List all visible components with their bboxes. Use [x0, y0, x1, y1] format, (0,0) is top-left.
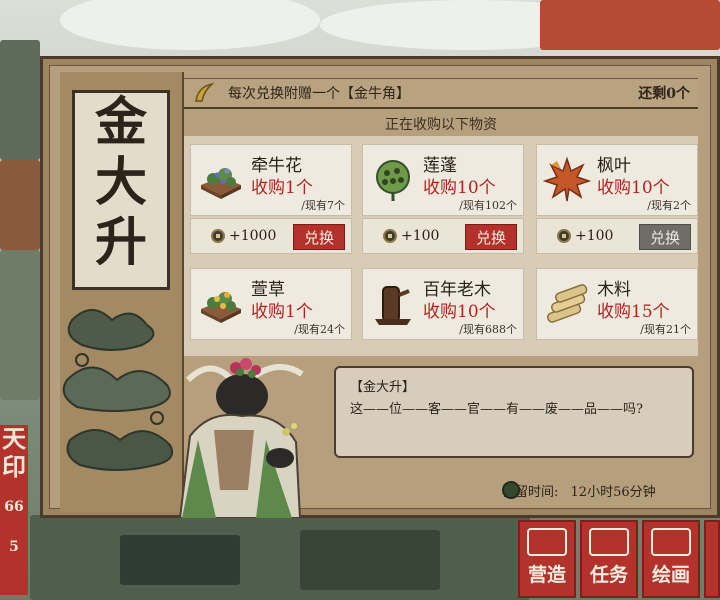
item-buy-quantity: 收购10个	[423, 178, 496, 198]
left-red-banner[interactable]: 天 印 66 5	[0, 425, 28, 595]
banner-char: 印	[2, 452, 26, 481]
task-button[interactable]: 任务	[580, 520, 638, 598]
item-card: 百年老木 收购10个 /现有688个	[362, 268, 524, 380]
merchant-name-char: 大	[94, 152, 147, 213]
item-card: 牵牛花 收购1个 /现有7个 +1000 兑换	[190, 144, 352, 256]
daylily-icon	[201, 292, 241, 323]
item-exchange-row: +1000 兑换	[190, 218, 352, 254]
item-stock: /现有2个	[647, 199, 691, 212]
painting-label: 绘画	[651, 564, 690, 586]
item-buy-quantity: 收购10个	[423, 302, 496, 322]
stay-value: 12小时56分钟	[570, 485, 656, 500]
build-icon	[527, 528, 567, 556]
item-card: 枫叶 收购10个 /现有2个 +100 兑换	[536, 144, 698, 256]
item-stock: /现有102个	[459, 199, 517, 212]
dialog-text: 这——位——客——官——有——废——品——吗?	[350, 402, 643, 417]
merchant-name-char: 金	[94, 92, 147, 153]
golden-horn-icon	[195, 82, 215, 102]
task-label: 任务	[589, 564, 628, 586]
item-info: 百年老木 收购10个 /现有688个	[362, 268, 524, 340]
item-buy-quantity: 收购10个	[597, 178, 670, 198]
item-exchange-row: +100 兑换	[536, 218, 698, 254]
item-reward: +100	[575, 228, 614, 244]
banner-char: 天	[2, 424, 26, 453]
item-stock: /现有7个	[301, 199, 345, 212]
more-button[interactable]	[704, 520, 720, 598]
promo-text: 每次兑换附赠一个【金牛角】	[228, 86, 410, 102]
exchange-button-disabled[interactable]: 兑换	[639, 224, 691, 250]
maple-leaf-icon	[543, 156, 591, 202]
item-reward: +100	[401, 228, 440, 244]
ox-merchant-character	[178, 358, 304, 518]
old-wood-icon	[375, 286, 411, 325]
dialog-speaker: 【金大升】	[350, 380, 416, 395]
banner-number: 66	[4, 499, 24, 515]
build-button[interactable]: 营造	[518, 520, 576, 598]
item-stock: /现有24个	[294, 323, 345, 336]
merchant-dialog[interactable]: 【金大升】 这——位——客——官——有——废——品——吗?	[334, 366, 694, 458]
item-info: 牵牛花 收购1个 /现有7个	[190, 144, 352, 216]
lumber-icon	[546, 284, 588, 323]
item-info: 莲蓬 收购10个 /现有102个	[362, 144, 524, 216]
exchange-button[interactable]: 兑换	[465, 224, 517, 250]
exchange-button[interactable]: 兑换	[293, 224, 345, 250]
item-card: 莲蓬 收购10个 /现有102个 +100 兑换	[362, 144, 524, 256]
purchase-subtitle: 正在收购以下物资	[385, 117, 497, 133]
clock-icon	[502, 481, 520, 499]
item-buy-quantity: 收购1个	[251, 302, 313, 322]
item-info: 木料 收购15个 /现有21个	[536, 268, 698, 340]
painting-button[interactable]: 绘画	[642, 520, 700, 598]
item-exchange-row: +100 兑换	[362, 218, 524, 254]
build-label: 营造	[527, 564, 566, 586]
item-buy-quantity: 收购15个	[597, 302, 670, 322]
stay-time: 停留时间: 12小时56分钟	[474, 481, 656, 500]
merchant-name-plaque: 金 大 升	[72, 90, 170, 290]
cloud-decoration	[62, 309, 174, 471]
copper-coin-icon	[557, 229, 571, 243]
item-info: 萱草 收购1个 /现有24个	[190, 268, 352, 340]
banner-char: 5	[9, 539, 19, 555]
scroll-icon	[589, 528, 629, 556]
morning-glory-icon	[201, 168, 241, 199]
promo-header: 每次兑换附赠一个【金牛角】 还剩0个	[184, 78, 698, 109]
item-card: 木料 收购15个 /现有21个	[536, 268, 698, 380]
item-reward: +1000	[229, 228, 277, 244]
item-stock: /现有21个	[640, 323, 691, 336]
lotus-pod-icon	[376, 160, 410, 201]
item-info: 枫叶 收购10个 /现有2个	[536, 144, 698, 216]
item-stock: /现有688个	[459, 323, 517, 336]
item-buy-quantity: 收购1个	[251, 178, 313, 198]
merchant-name-char: 升	[94, 212, 147, 273]
copper-coin-icon	[383, 229, 397, 243]
remaining-count: 还剩0个	[638, 86, 690, 102]
brush-icon	[651, 528, 691, 556]
copper-coin-icon	[211, 229, 225, 243]
